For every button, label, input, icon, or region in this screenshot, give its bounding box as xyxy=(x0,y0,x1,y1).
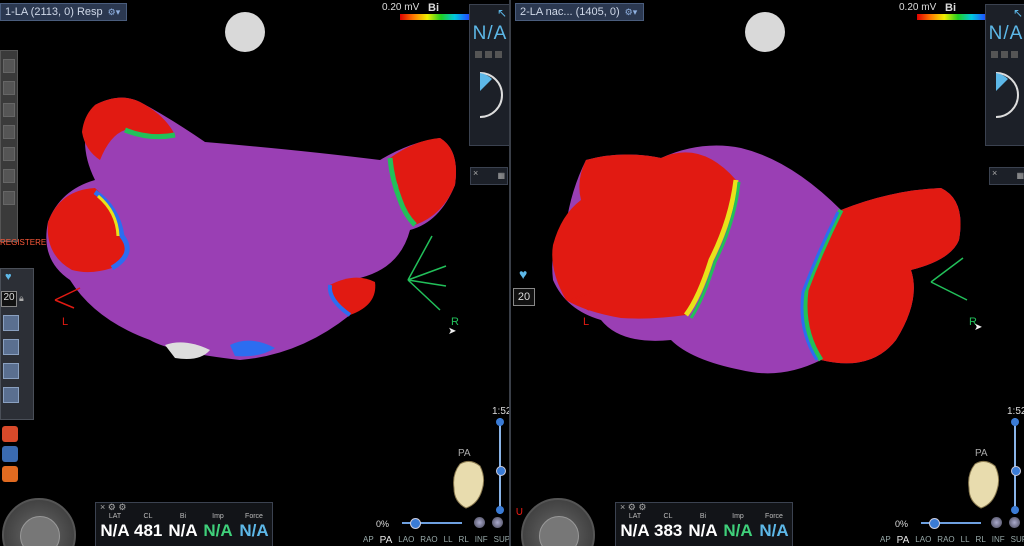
bi-readout: Bi N/A xyxy=(688,513,718,540)
left-orientation-marker xyxy=(54,287,81,309)
view-ll[interactable]: LL xyxy=(958,535,973,546)
mouse-cursor-icon: ➤ xyxy=(974,322,983,333)
view-lao[interactable]: LAO xyxy=(395,535,417,546)
transparency-slider-thumb[interactable] xyxy=(929,518,940,529)
transparency-end-icon[interactable] xyxy=(474,517,485,528)
imp-readout: Imp N/A xyxy=(203,513,233,540)
left-label: L xyxy=(583,316,590,328)
view-sup[interactable]: SUP xyxy=(491,535,509,546)
view-rl[interactable]: RL xyxy=(973,535,989,546)
close-icon[interactable]: × ⚙ ⚙ xyxy=(100,502,126,513)
view-inf[interactable]: INF xyxy=(989,535,1008,546)
measurement-panel: × ⚙ ⚙ LAT N/A CL 383 Bi N/A Imp N/A Force N/A xyxy=(615,502,793,546)
measurement-panel: × ⚙ ⚙ LAT N/A CL 481 Bi N/A Imp N/A Force N/A xyxy=(95,502,273,546)
zoom-slider[interactable] xyxy=(1011,418,1021,514)
transparency-slider-thumb[interactable] xyxy=(410,518,421,529)
zoom-slider[interactable] xyxy=(496,418,506,514)
view-ll[interactable]: LL xyxy=(441,535,456,546)
view-lao[interactable]: LAO xyxy=(912,535,934,546)
zoom-level: 1:52 xyxy=(492,406,509,417)
electroanatomic-map[interactable] xyxy=(511,0,1024,546)
mouse-cursor-icon: ➤ xyxy=(448,326,457,337)
transparency-percent: 0% xyxy=(895,519,909,529)
view-toggle-icon[interactable] xyxy=(492,517,503,528)
compass-knob[interactable] xyxy=(539,516,579,546)
transparency-end-icon[interactable] xyxy=(991,517,1002,528)
close-icon[interactable]: × ⚙ ⚙ xyxy=(620,502,646,513)
imp-readout: Imp N/A xyxy=(723,513,753,540)
force-readout: Force N/A xyxy=(759,513,789,540)
compass-knob[interactable] xyxy=(20,516,60,546)
lat-readout: LAT N/A xyxy=(100,513,130,540)
heart-orientation-icon[interactable] xyxy=(965,458,1005,510)
map-pane-right[interactable]: 2-LA nac... (1405, 0) ⚙▾ 0.20 mV Bi ↖ N/… xyxy=(511,0,1024,546)
heart-orientation-icon[interactable] xyxy=(450,458,490,510)
cl-readout: CL 383 xyxy=(654,513,683,540)
map-pane-left[interactable]: 1-LA (2113, 0) Resp ⚙▾ 0.20 mV Bi ↖ N/A … xyxy=(0,0,509,546)
bi-readout: Bi N/A xyxy=(168,513,198,540)
left-label: L xyxy=(62,316,69,328)
view-toggle-icon[interactable] xyxy=(1009,517,1020,528)
view-rao[interactable]: RAO xyxy=(934,535,957,546)
view-rl[interactable]: RL xyxy=(456,535,472,546)
view-sup[interactable]: SUP xyxy=(1008,535,1024,546)
right-orientation-marker xyxy=(930,257,968,301)
force-readout: Force N/A xyxy=(239,513,269,540)
view-selector[interactable]: AP PA LAO RAO LL RL INF SUP xyxy=(877,535,1024,546)
view-ap[interactable]: AP xyxy=(360,535,377,546)
zoom-level: 1:52 xyxy=(1007,406,1024,417)
electroanatomic-map[interactable] xyxy=(0,0,509,546)
view-pa[interactable]: PA xyxy=(894,535,913,546)
view-ap[interactable]: AP xyxy=(877,535,894,546)
view-selector[interactable]: AP PA LAO RAO LL RL INF SUP xyxy=(360,535,509,546)
right-orientation-marker xyxy=(407,235,447,311)
view-pa[interactable]: PA xyxy=(377,535,396,546)
lat-readout: LAT N/A xyxy=(620,513,650,540)
view-rao[interactable]: RAO xyxy=(417,535,440,546)
transparency-percent: 0% xyxy=(376,519,390,529)
cl-readout: CL 481 xyxy=(134,513,163,540)
view-inf[interactable]: INF xyxy=(472,535,491,546)
magnet-icon[interactable]: ∪ xyxy=(515,504,524,518)
